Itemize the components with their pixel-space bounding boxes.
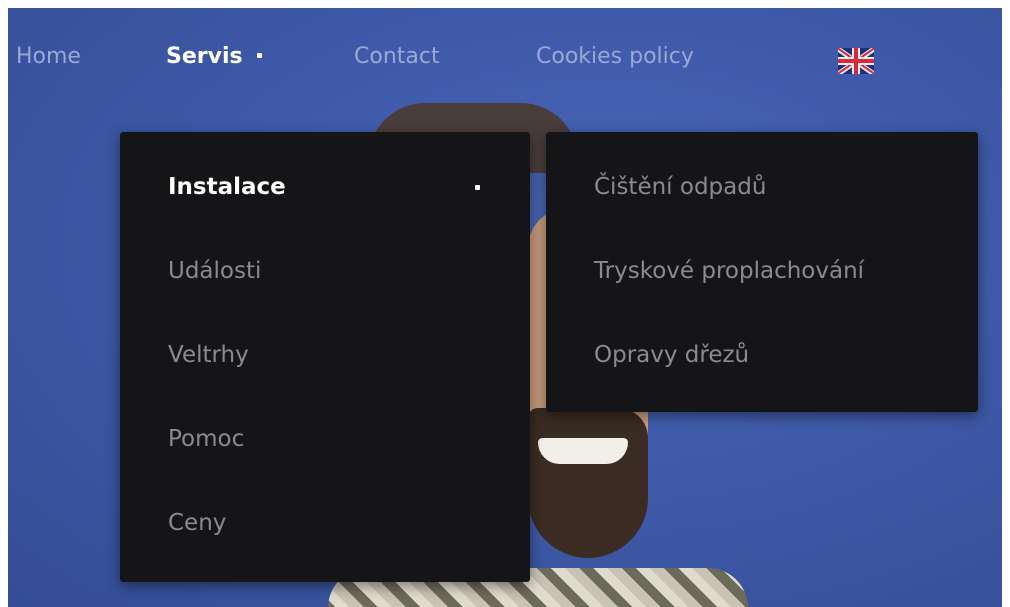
nav-servis-label: Servis — [166, 44, 243, 69]
submenu-arrow-icon — [475, 185, 480, 190]
chevron-down-icon — [256, 52, 262, 58]
menu-item-veltrhy[interactable]: Veltrhy — [168, 342, 249, 368]
servis-dropdown-menu: Instalace Události Veltrhy Pomoc Ceny — [120, 132, 530, 582]
nav-cookies-link[interactable]: Cookies policy — [536, 44, 694, 69]
nav-servis-link[interactable]: Servis — [166, 44, 262, 69]
submenu-item-cisteni-odpadu[interactable]: Čištění odpadů — [594, 174, 766, 200]
uk-flag-icon[interactable] — [838, 48, 874, 74]
menu-item-ceny[interactable]: Ceny — [168, 510, 226, 536]
nav-home-link[interactable]: Home — [16, 44, 81, 69]
instalace-submenu: Čištění odpadů Tryskové proplachování Op… — [546, 132, 978, 412]
menu-item-pomoc[interactable]: Pomoc — [168, 426, 244, 452]
portrait-smile — [538, 438, 628, 464]
nav-contact-link[interactable]: Contact — [354, 44, 440, 69]
portrait-beard — [528, 408, 648, 558]
menu-item-instalace[interactable]: Instalace — [168, 174, 286, 200]
submenu-item-tryskove-proplachovani[interactable]: Tryskové proplachování — [594, 258, 864, 284]
menu-item-udalosti[interactable]: Události — [168, 258, 261, 284]
submenu-item-opravy-drezu[interactable]: Opravy dřezů — [594, 342, 749, 368]
